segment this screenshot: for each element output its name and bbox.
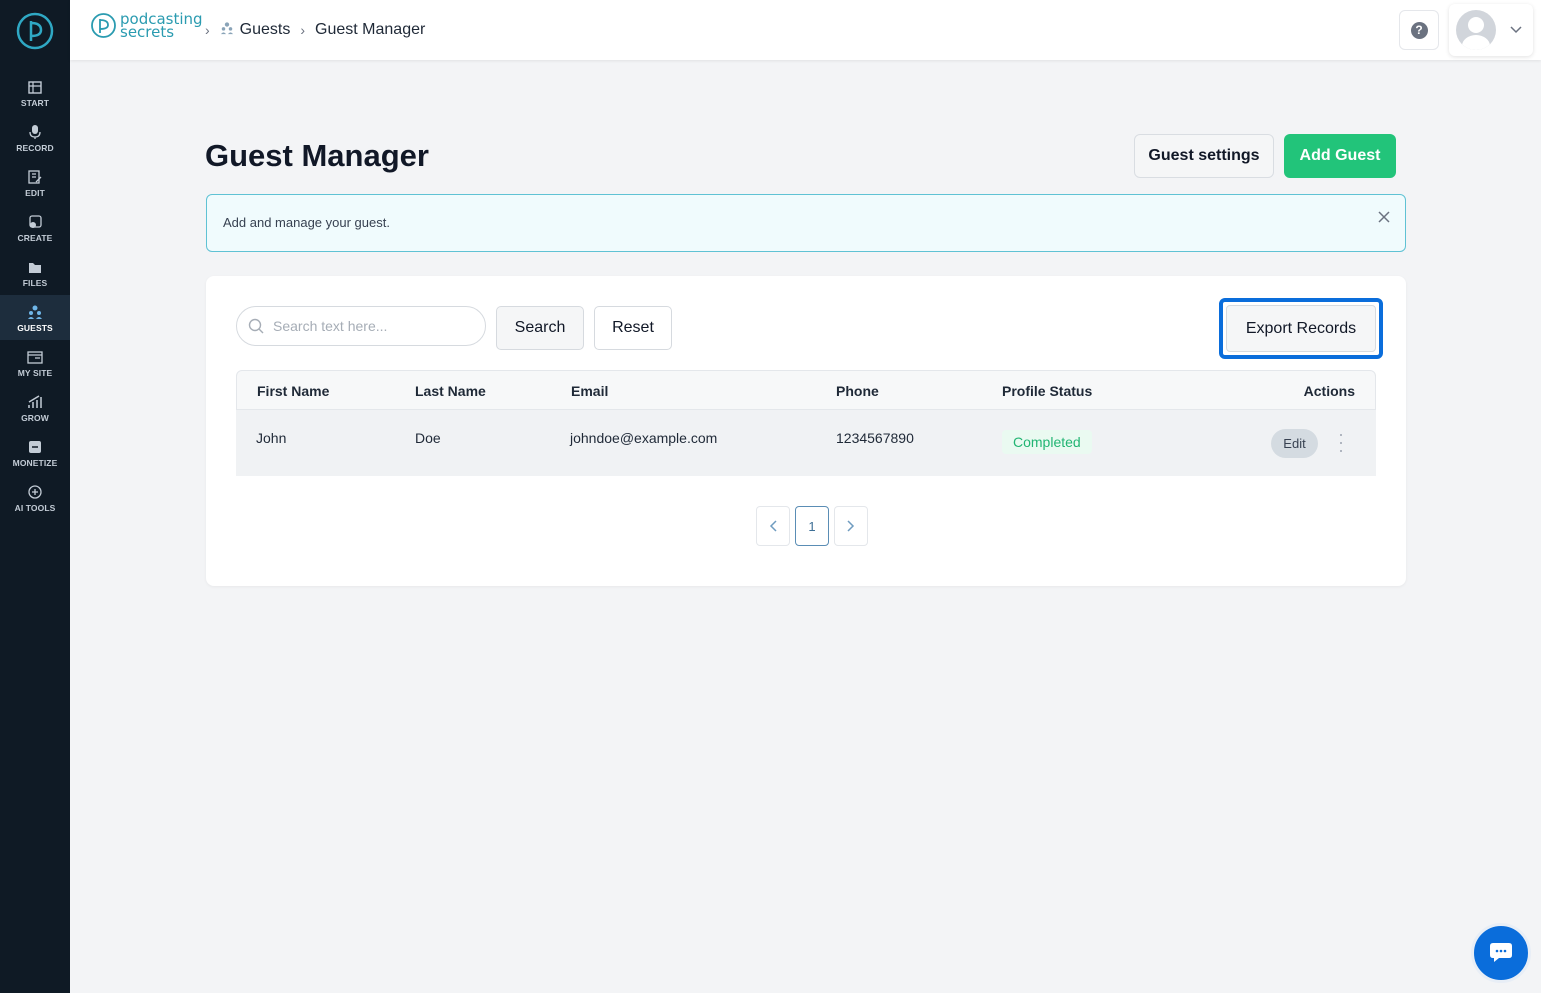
cell-phone: 1234567890: [836, 430, 914, 446]
export-records-button[interactable]: Export Records: [1226, 305, 1376, 352]
sidebar: START RECORD EDIT CREATE FILES GUESTS MY…: [0, 0, 70, 993]
sidebar-item-label: EDIT: [25, 187, 45, 198]
page-number-button[interactable]: 1: [795, 506, 829, 546]
info-banner-text: Add and manage your guest.: [223, 215, 390, 230]
help-button[interactable]: ?: [1399, 10, 1439, 50]
guest-settings-button[interactable]: Guest settings: [1134, 134, 1274, 178]
guests-icon: [220, 21, 234, 40]
sidebar-item-grow[interactable]: GROW: [0, 385, 70, 430]
guest-list-card: Search Reset Export Records First Name L…: [206, 276, 1406, 586]
reset-button[interactable]: Reset: [594, 306, 672, 350]
top-bar: podcasting secrets › Guests › Guest Mana…: [70, 0, 1541, 60]
sidebar-item-create[interactable]: CREATE: [0, 205, 70, 250]
sidebar-item-files[interactable]: FILES: [0, 250, 70, 295]
cell-last-name: Doe: [415, 430, 441, 446]
edit-icon: [26, 168, 44, 186]
sidebar-item-edit[interactable]: EDIT: [0, 160, 70, 205]
ai-tools-icon: [26, 483, 44, 501]
next-page-button[interactable]: [834, 506, 868, 546]
chevron-down-icon: [1510, 26, 1522, 34]
sidebar-nav: START RECORD EDIT CREATE FILES GUESTS MY…: [0, 70, 70, 520]
sidebar-item-start[interactable]: START: [0, 70, 70, 115]
column-header-email[interactable]: Email: [571, 383, 608, 399]
sidebar-item-label: RECORD: [16, 142, 54, 153]
create-icon: [26, 213, 44, 231]
sidebar-item-my-site[interactable]: MY SITE: [0, 340, 70, 385]
avatar: [1456, 10, 1496, 50]
column-header-last-name[interactable]: Last Name: [415, 383, 486, 399]
search-icon: [248, 318, 264, 334]
chat-icon: [1490, 943, 1512, 962]
chevron-right-icon: [847, 520, 855, 532]
sidebar-item-label: START: [20, 97, 50, 108]
column-header-profile-status[interactable]: Profile Status: [1002, 383, 1092, 399]
monetize-icon: [26, 438, 44, 456]
breadcrumb-current: Guest Manager: [315, 21, 426, 38]
breadcrumb: › Guests › Guest Manager: [205, 0, 435, 60]
sidebar-item-label: AI TOOLS: [14, 502, 56, 513]
sidebar-item-label: FILES: [22, 277, 48, 288]
search-field[interactable]: [236, 306, 486, 346]
microphone-icon: [26, 123, 44, 141]
column-header-actions: Actions: [1303, 383, 1355, 399]
more-options-icon[interactable]: [1337, 434, 1345, 452]
sidebar-item-label: MY SITE: [17, 367, 53, 378]
chat-widget-button[interactable]: [1471, 923, 1531, 983]
sidebar-item-label: MONETIZE: [12, 457, 58, 468]
sidebar-item-label: GROW: [21, 412, 49, 423]
close-icon[interactable]: [1377, 210, 1391, 224]
page-title: Guest Manager: [205, 138, 429, 173]
info-banner: Add and manage your guest.: [206, 194, 1406, 252]
column-header-first-name[interactable]: First Name: [257, 383, 329, 399]
user-menu-button[interactable]: [1449, 4, 1533, 56]
app-logo-icon[interactable]: [15, 11, 55, 51]
grow-icon: [26, 393, 44, 411]
pagination: 1: [756, 506, 873, 546]
site-icon: [26, 348, 44, 366]
chevron-right-icon: ›: [205, 22, 210, 38]
brand-text: podcasting secrets: [120, 11, 203, 39]
chevron-left-icon: [769, 520, 777, 532]
previous-page-button[interactable]: [756, 506, 790, 546]
table-row[interactable]: John Doe johndoe@example.com 1234567890 …: [236, 410, 1376, 476]
home-icon: [26, 78, 44, 96]
sidebar-item-label: CREATE: [17, 232, 53, 243]
guests-icon: [26, 303, 44, 321]
breadcrumb-guests[interactable]: Guests: [240, 21, 291, 39]
search-input[interactable]: [273, 315, 473, 337]
help-icon: ?: [1410, 21, 1428, 39]
sidebar-item-label: GUESTS: [17, 322, 53, 333]
table-header: First Name Last Name Email Phone Profile…: [236, 370, 1376, 410]
add-guest-button[interactable]: Add Guest: [1284, 134, 1396, 178]
cell-first-name: John: [256, 430, 287, 446]
files-icon: [26, 258, 44, 276]
edit-button[interactable]: Edit: [1271, 429, 1318, 458]
sidebar-item-monetize[interactable]: MONETIZE: [0, 430, 70, 475]
search-button[interactable]: Search: [496, 306, 584, 350]
brand-logo[interactable]: podcasting secrets: [90, 11, 203, 39]
sidebar-item-guests[interactable]: GUESTS: [0, 295, 70, 340]
status-badge: Completed: [1002, 430, 1092, 454]
export-highlight: Export Records: [1219, 298, 1383, 359]
sidebar-item-ai-tools[interactable]: AI TOOLS: [0, 475, 70, 520]
cell-email: johndoe@example.com: [570, 430, 718, 446]
brand-mark-icon: [91, 13, 116, 38]
chevron-right-icon: ›: [300, 22, 306, 38]
sidebar-item-record[interactable]: RECORD: [0, 115, 70, 160]
column-header-phone[interactable]: Phone: [836, 383, 879, 399]
